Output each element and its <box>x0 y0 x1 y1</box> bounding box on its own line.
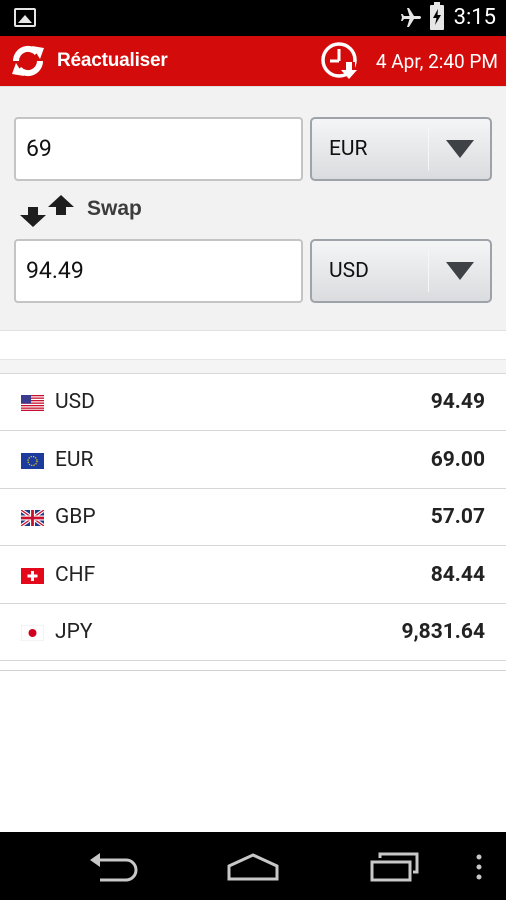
currency-code: EUR <box>55 448 94 472</box>
currency-amount: 69.00 <box>430 448 485 472</box>
rates-list: USD 94.49 EUR 69.00 GBP 57.07 CHF 84.44 <box>0 359 506 671</box>
uk-flag-icon <box>21 510 44 526</box>
gallery-icon <box>14 8 36 27</box>
list-item[interactable]: CHF 84.44 <box>0 547 506 604</box>
last-update-timestamp: 4 Apr, 2:40 PM <box>375 50 498 73</box>
currency-code: CHF <box>55 563 96 587</box>
recents-icon[interactable] <box>369 850 421 884</box>
list-item[interactable]: JPY 9,831.64 <box>0 604 506 661</box>
dropdown-arrow-icon <box>446 262 474 280</box>
overflow-menu-icon[interactable] <box>474 854 484 880</box>
currency-code: USD <box>55 390 95 414</box>
us-flag-icon <box>21 395 44 411</box>
select-divider <box>428 128 429 170</box>
select-divider <box>428 250 429 292</box>
status-bar: 3:15 <box>0 0 506 36</box>
to-currency-select[interactable]: USD <box>310 239 492 303</box>
from-amount-input[interactable]: 69 <box>14 117 303 181</box>
jp-flag-icon <box>21 625 44 641</box>
swap-arrows-icon <box>20 195 74 227</box>
refresh-icon[interactable] <box>8 42 48 80</box>
navigation-bar <box>0 832 506 900</box>
from-currency-value: EUR <box>329 137 368 161</box>
status-time: 3:15 <box>453 5 496 30</box>
list-top-divider <box>0 360 506 374</box>
currency-amount: 94.49 <box>430 390 485 414</box>
currency-amount: 57.07 <box>430 505 485 529</box>
eu-flag-icon <box>21 453 44 469</box>
list-item[interactable]: GBP 57.07 <box>0 489 506 546</box>
from-currency-select[interactable]: EUR <box>310 117 492 181</box>
to-amount-input[interactable]: 94.49 <box>14 239 303 303</box>
battery-charging-icon <box>430 2 444 30</box>
currency-amount: 9,831.64 <box>401 620 485 644</box>
clock-download-icon[interactable] <box>319 40 361 82</box>
swap-label: Swap <box>87 197 142 220</box>
airplane-mode-icon <box>401 8 421 27</box>
ch-flag-icon <box>21 568 44 584</box>
currency-amount: 84.44 <box>430 563 485 587</box>
currency-code: GBP <box>55 505 96 529</box>
currency-code: JPY <box>55 620 93 644</box>
home-icon[interactable] <box>226 852 280 882</box>
action-bar: Réactualiser 4 Apr, 2:40 PM <box>0 36 506 86</box>
refresh-button[interactable]: Réactualiser <box>57 50 168 72</box>
to-currency-value: USD <box>329 259 369 283</box>
list-item[interactable]: EUR 69.00 <box>0 432 506 489</box>
dropdown-arrow-icon <box>446 140 474 158</box>
list-item[interactable]: USD 94.49 <box>0 374 506 431</box>
converter-panel: 69 EUR Swap 94.49 USD <box>0 86 506 331</box>
back-icon[interactable] <box>86 852 138 882</box>
